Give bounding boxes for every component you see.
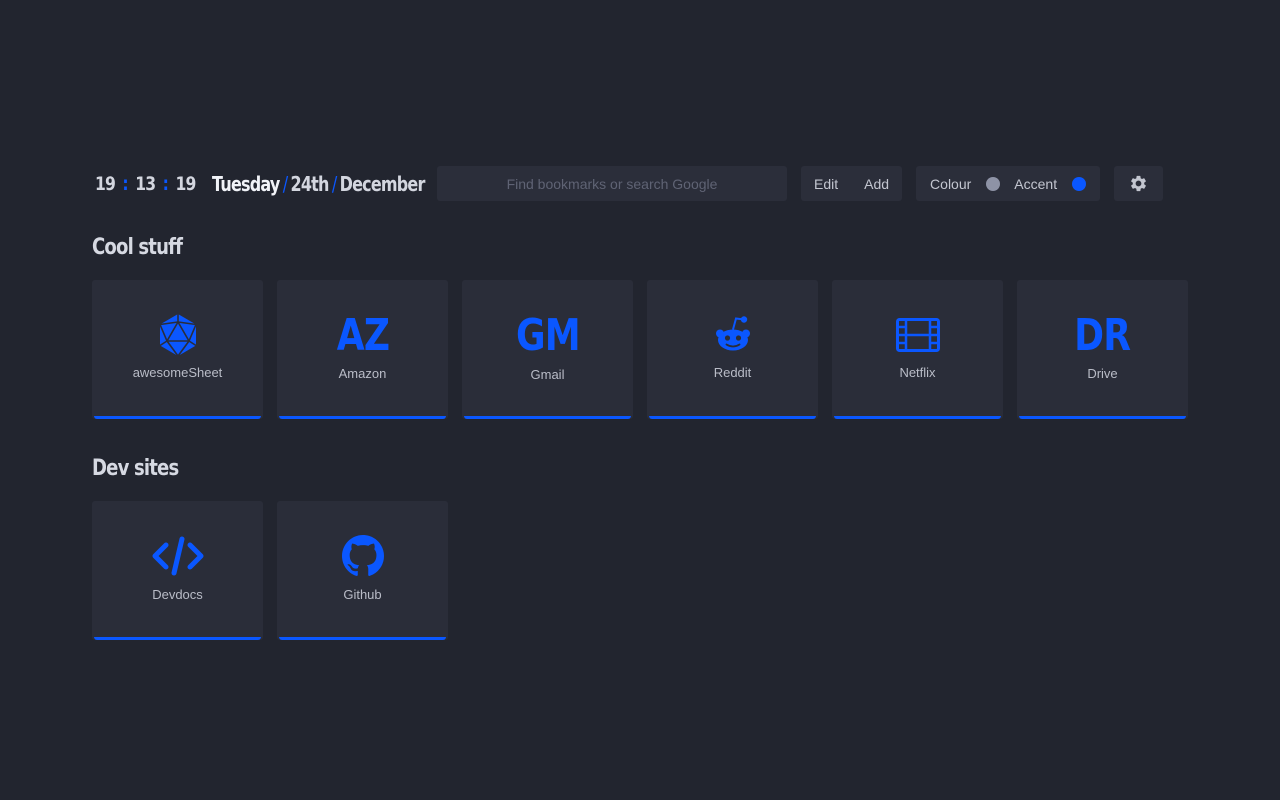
clock: 19 : 13 : 19 — [95, 172, 196, 195]
section-title: Dev sites — [92, 456, 179, 481]
code-icon — [152, 536, 203, 576]
icon-wrap — [92, 312, 263, 358]
date-separator: / — [282, 171, 288, 196]
bookmark-gmail[interactable]: GM Gmail — [462, 280, 633, 419]
accent-bar — [279, 637, 446, 640]
accent-bar — [94, 637, 261, 640]
icon-wrap: GM — [462, 309, 633, 361]
theme-group: Colour Accent — [916, 166, 1101, 201]
bookmark-devdocs[interactable]: Devdocs — [92, 501, 263, 640]
date: Tuesday / 24th / December — [212, 171, 425, 196]
accent-bar — [834, 416, 1001, 419]
accent-bar — [649, 416, 816, 419]
bookmark-label: Amazon — [338, 366, 387, 381]
accent-bar — [464, 416, 631, 419]
icon-wrap — [647, 312, 818, 358]
accent-toggle[interactable]: Accent — [1014, 166, 1100, 201]
reddit-icon — [715, 316, 750, 351]
bookmark-grid: Devdocs Github — [92, 501, 1188, 640]
bookmark-amazon[interactable]: AZ Amazon — [277, 280, 448, 419]
date-day: 24th — [290, 171, 330, 196]
bookmark-reddit[interactable]: Reddit — [647, 280, 818, 419]
d20-icon — [158, 314, 197, 357]
clock-seconds: 19 — [175, 172, 196, 195]
clock-minutes: 13 — [135, 172, 156, 195]
icon-wrap — [832, 312, 1003, 358]
gear-icon — [1131, 175, 1147, 192]
bookmark-abbr: AZ — [336, 309, 389, 361]
edit-button[interactable]: Edit — [801, 166, 851, 201]
icon-wrap — [277, 533, 448, 579]
search-input[interactable] — [437, 166, 787, 201]
accent-label: Accent — [1014, 175, 1058, 192]
bookmark-label: Netflix — [899, 365, 936, 380]
accent-bar — [94, 416, 261, 419]
bookmark-grid: awesomeSheet AZ Amazon GM Gmail Reddit N… — [92, 280, 1188, 419]
header: 19 : 13 : 19 Tuesday / 24th / December E… — [92, 166, 1188, 201]
icon-wrap: DR — [1017, 309, 1188, 361]
bookmark-label: Github — [343, 587, 382, 602]
colour-dot — [986, 176, 1001, 191]
bookmark-drive[interactable]: DR Drive — [1017, 280, 1188, 419]
bookmark-label: Gmail — [530, 367, 565, 382]
colour-label: Colour — [930, 175, 972, 192]
bookmark-abbr: DR — [1074, 309, 1131, 361]
bookmark-abbr: GM — [515, 309, 581, 361]
github-icon — [341, 535, 384, 576]
bookmark-label: awesomeSheet — [132, 365, 223, 380]
accent-bar — [279, 416, 446, 419]
page: 19 : 13 : 19 Tuesday / 24th / December E… — [92, 166, 1188, 640]
accent-dot — [1072, 176, 1087, 191]
date-weekday: Tuesday — [212, 171, 280, 196]
colour-toggle[interactable]: Colour — [916, 166, 1014, 201]
bookmark-github[interactable]: Github — [277, 501, 448, 640]
film-icon — [895, 318, 940, 352]
add-button[interactable]: Add — [851, 166, 902, 201]
edit-add-group: Edit Add — [801, 166, 903, 201]
section-title: Cool stuff — [92, 235, 183, 260]
settings-button[interactable] — [1114, 166, 1164, 201]
bookmark-awesomesheet[interactable]: awesomeSheet — [92, 280, 263, 419]
clock-separator: : — [162, 172, 169, 195]
bookmark-netflix[interactable]: Netflix — [832, 280, 1003, 419]
clock-separator: : — [122, 172, 128, 195]
bookmark-label: Devdocs — [152, 587, 203, 602]
accent-bar — [1019, 416, 1186, 419]
bookmark-label: Drive — [1087, 366, 1118, 381]
date-month: December — [339, 171, 426, 196]
bookmark-label: Reddit — [713, 365, 752, 380]
icon-wrap: AZ — [277, 309, 448, 361]
date-separator: / — [331, 171, 337, 196]
clock-hours: 19 — [95, 172, 116, 195]
icon-wrap — [92, 533, 263, 579]
